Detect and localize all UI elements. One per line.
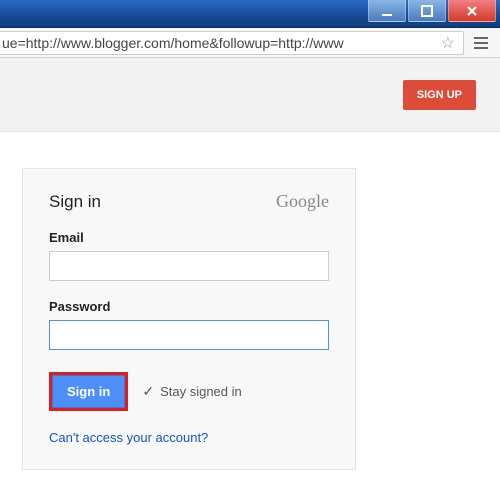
signin-header: Sign in Google xyxy=(49,191,329,212)
email-field[interactable] xyxy=(49,251,329,281)
signin-box: Sign in Google Email Password Sign in ✓ … xyxy=(22,168,356,470)
url-field[interactable]: ue=http://www.blogger.com/home&followup=… xyxy=(0,31,464,55)
close-button[interactable] xyxy=(448,0,496,22)
maximize-button[interactable] xyxy=(408,0,446,22)
sign-up-button[interactable]: SIGN UP xyxy=(403,80,476,110)
signin-highlight: Sign in xyxy=(49,372,128,411)
url-text: ue=http://www.blogger.com/home&followup=… xyxy=(2,35,437,51)
window-titlebar xyxy=(0,0,500,28)
minimize-button[interactable] xyxy=(368,0,406,22)
password-label: Password xyxy=(49,299,329,314)
email-label: Email xyxy=(49,230,329,245)
bookmark-star-icon[interactable]: ☆ xyxy=(437,33,459,53)
stay-signed-in-label: Stay signed in xyxy=(160,384,242,399)
page-header: SIGN UP xyxy=(0,58,500,132)
browser-menu-icon[interactable] xyxy=(468,31,494,55)
account-help-link[interactable]: Can't access your account? xyxy=(49,430,208,445)
checkbox-checked-icon[interactable]: ✓ xyxy=(142,383,154,400)
page-content: Sign in Google Email Password Sign in ✓ … xyxy=(0,132,500,470)
google-logo: Google xyxy=(276,191,329,212)
stay-signed-in-row[interactable]: ✓ Stay signed in xyxy=(142,383,241,400)
action-row: Sign in ✓ Stay signed in xyxy=(49,372,329,411)
sign-in-button[interactable]: Sign in xyxy=(52,375,125,408)
window-controls xyxy=(368,0,500,22)
password-field[interactable] xyxy=(49,320,329,350)
address-bar: ue=http://www.blogger.com/home&followup=… xyxy=(0,28,500,58)
signin-title: Sign in xyxy=(49,192,101,212)
